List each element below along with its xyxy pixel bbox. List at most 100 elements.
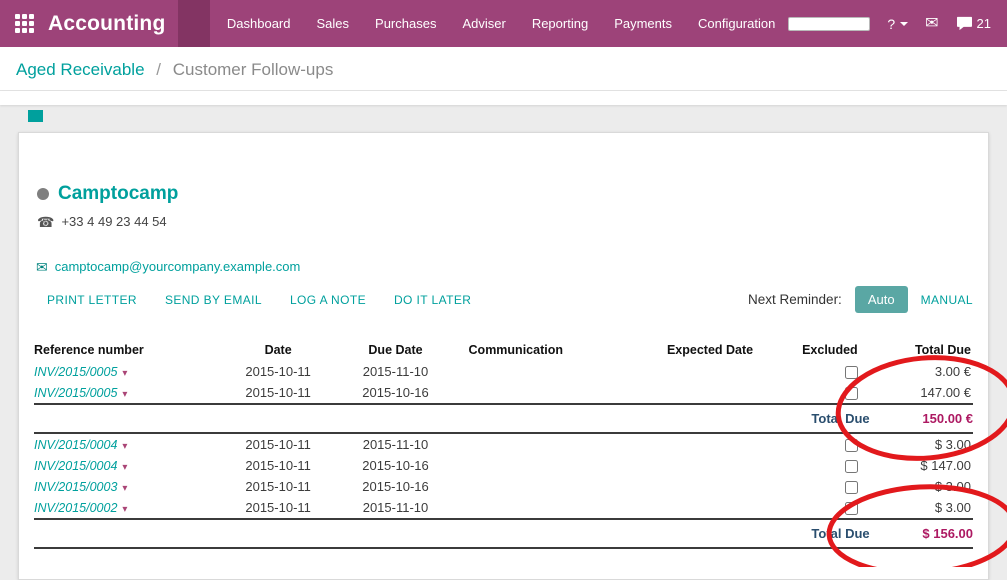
invoice-reference-link[interactable]: INV/2015/0004 xyxy=(34,438,117,452)
print-letter-button[interactable]: PRINT LETTER xyxy=(47,293,137,307)
invoice-date: 2015-10-11 xyxy=(222,497,335,519)
invoice-date: 2015-10-11 xyxy=(222,433,335,455)
column-header-communication: Communication xyxy=(457,339,645,361)
chevron-down-icon[interactable]: ▾ xyxy=(122,483,127,494)
column-header-excluded: Excluded xyxy=(776,339,870,361)
invoice-reference-link[interactable]: INV/2015/0005 xyxy=(34,365,117,379)
invoice-reference-link[interactable]: INV/2015/0004 xyxy=(34,459,117,473)
invoice-reference-link[interactable]: INV/2015/0003 xyxy=(34,480,117,494)
total-due-label: Total Due xyxy=(34,404,870,433)
total-due-label: Total Due xyxy=(34,519,870,548)
menu-item-sales[interactable]: Sales xyxy=(304,0,363,47)
action-links: PRINT LETTER SEND BY EMAIL LOG A NOTE DO… xyxy=(47,293,471,307)
invoice-due-date: 2015-10-16 xyxy=(334,382,456,404)
chevron-down-icon[interactable]: ▾ xyxy=(122,504,127,515)
auto-reminder-button[interactable]: Auto xyxy=(855,286,908,313)
invoice-reference-link[interactable]: INV/2015/0005 xyxy=(34,386,117,400)
invoice-due-date: 2015-11-10 xyxy=(334,433,456,455)
discuss-button[interactable]: 21 xyxy=(956,16,991,31)
invoice-expected-date xyxy=(644,476,775,497)
invoice-row: INV/2015/0005▾2015-10-112015-11-103.00 € xyxy=(34,361,973,382)
invoice-row: INV/2015/0005 ▾ 2015-10-112015-10-16 147.00… xyxy=(34,382,973,404)
topbar-right-cluster: ? ✉ 21 xyxy=(788,16,1007,32)
table-header-row: Reference numberDateDue DateCommunicatio… xyxy=(34,339,973,361)
excluded-checkbox[interactable] xyxy=(845,439,858,452)
app-name: Accounting xyxy=(48,12,166,36)
menu-item-adviser[interactable]: Adviser xyxy=(449,0,518,47)
topbar-menu: DashboardSalesPurchasesAdviserReportingP… xyxy=(214,0,788,47)
do-it-later-button[interactable]: DO IT LATER xyxy=(394,293,471,307)
phone-icon: ☎ xyxy=(37,215,54,229)
menu-item-reporting[interactable]: Reporting xyxy=(519,0,601,47)
breadcrumb: Aged Receivable / Customer Follow-ups xyxy=(0,47,1007,91)
column-header-total-due: Total Due xyxy=(870,339,973,361)
manual-reminder-button[interactable]: MANUAL xyxy=(921,293,973,307)
chevron-down-icon[interactable]: ▾ xyxy=(122,368,127,379)
total-due-value: $ 156.00 xyxy=(870,519,973,548)
help-menu-button[interactable]: ? xyxy=(887,16,908,32)
invoice-communication xyxy=(457,455,645,476)
invoice-due-date: 2015-10-16 xyxy=(334,455,456,476)
chevron-down-icon[interactable]: ▾ xyxy=(122,441,127,452)
menu-item-purchases[interactable]: Purchases xyxy=(362,0,449,47)
panel-indicator xyxy=(28,110,43,122)
invoice-communication xyxy=(457,361,645,382)
topbar-separator xyxy=(178,0,210,47)
breadcrumb-parent-link[interactable]: Aged Receivable xyxy=(16,60,145,79)
invoice-communication xyxy=(457,497,645,519)
customer-email-row: ✉ camptocamp@yourcompany.example.com xyxy=(36,259,973,274)
excluded-checkbox[interactable] xyxy=(845,387,858,400)
chevron-down-icon[interactable]: ▾ xyxy=(122,389,127,400)
invoice-date: 2015-10-11 xyxy=(222,455,335,476)
invoice-row: INV/2015/0002 ▾ 2015-10-112015-11-10 $ 3.00 xyxy=(34,497,973,519)
column-header-date: Date xyxy=(222,339,335,361)
followup-invoices-table: Reference numberDateDue DateCommunicatio… xyxy=(34,339,973,549)
apps-grid-icon[interactable] xyxy=(15,14,34,33)
menu-item-dashboard[interactable]: Dashboard xyxy=(214,0,304,47)
question-icon: ? xyxy=(887,16,895,32)
invoice-total-due: $ 3.00 xyxy=(870,433,973,455)
messages-envelope-icon[interactable]: ✉ xyxy=(925,16,938,32)
invoice-date: 2015-10-11 xyxy=(222,361,335,382)
excluded-checkbox[interactable] xyxy=(845,481,858,494)
excluded-checkbox[interactable] xyxy=(845,460,858,473)
customer-bullet-icon xyxy=(37,188,49,200)
invoice-expected-date xyxy=(644,361,775,382)
toolbar-strip xyxy=(0,91,1007,105)
group-total-row: Total Due$ 156.00 xyxy=(34,519,973,548)
message-count-badge: 21 xyxy=(977,16,991,31)
invoice-reference-link[interactable]: INV/2015/0002 xyxy=(34,501,117,515)
excluded-checkbox[interactable] xyxy=(845,502,858,515)
topbar: Accounting DashboardSalesPurchasesAdvise… xyxy=(0,0,1007,47)
invoice-communication xyxy=(457,382,645,404)
menu-item-configuration[interactable]: Configuration xyxy=(685,0,788,47)
group-total-row: Total Due150.00 € xyxy=(34,404,973,433)
next-reminder-label: Next Reminder: xyxy=(748,292,842,307)
invoice-due-date: 2015-11-10 xyxy=(334,497,456,519)
invoice-total-due: $ 147.00 xyxy=(870,455,973,476)
excluded-checkbox[interactable] xyxy=(845,366,858,379)
invoice-row: INV/2015/0004 ▾ 2015-10-112015-10-16 $ 147.… xyxy=(34,455,973,476)
invoice-total-due: $ 3.00 xyxy=(870,497,973,519)
invoice-expected-date xyxy=(644,382,775,404)
topbar-search-input[interactable] xyxy=(788,17,870,31)
customer-name: Camptocamp xyxy=(58,183,178,205)
menu-item-payments[interactable]: Payments xyxy=(601,0,685,47)
followup-card: Camptocamp ☎ +33 4 49 23 44 54 ✉ camptoc… xyxy=(18,132,989,580)
invoice-expected-date xyxy=(644,497,775,519)
total-due-value: 150.00 € xyxy=(870,404,973,433)
invoice-due-date: 2015-10-16 xyxy=(334,476,456,497)
speech-bubble-icon xyxy=(956,16,973,31)
send-by-email-button[interactable]: SEND BY EMAIL xyxy=(165,293,262,307)
invoice-total-due: 147.00 € xyxy=(870,382,973,404)
customer-email-link[interactable]: camptocamp@yourcompany.example.com xyxy=(55,259,301,274)
invoice-date: 2015-10-11 xyxy=(222,382,335,404)
chevron-down-icon[interactable]: ▾ xyxy=(122,462,127,473)
log-a-note-button[interactable]: LOG A NOTE xyxy=(290,293,366,307)
invoice-total-due: 3.00 € xyxy=(870,361,973,382)
breadcrumb-separator: / xyxy=(156,60,161,79)
invoice-communication xyxy=(457,476,645,497)
customer-phone: +33 4 49 23 44 54 xyxy=(61,214,166,229)
invoice-date: 2015-10-11 xyxy=(222,476,335,497)
invoice-communication xyxy=(457,433,645,455)
